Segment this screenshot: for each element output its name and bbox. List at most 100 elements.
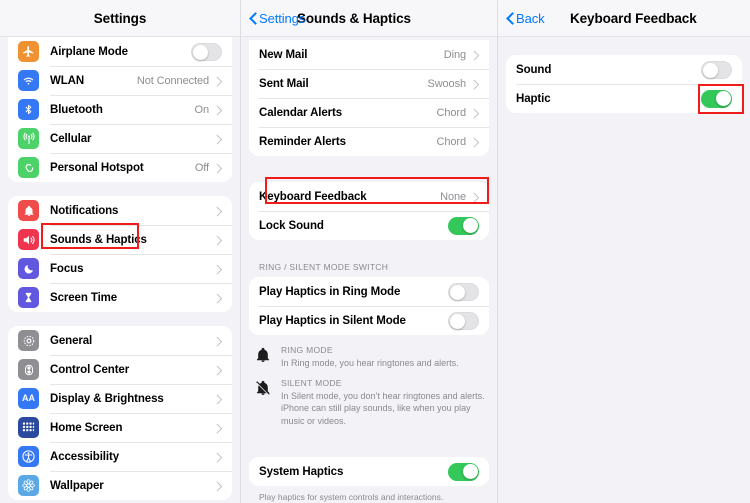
info-body: In Silent mode, you don’t hear ringtones…: [281, 390, 485, 426]
sidebar-item-cellular[interactable]: Cellular: [8, 124, 232, 153]
back-label: Back: [516, 10, 545, 26]
row-value: Ding: [443, 48, 466, 61]
aa-text-icon: AA: [18, 388, 39, 409]
row-sound[interactable]: Sound: [506, 55, 742, 84]
row-label: Wallpaper: [50, 479, 104, 492]
notifications-group: Notifications Sounds & Haptics Focus Scr…: [8, 196, 232, 312]
row-label: Sounds & Haptics: [50, 233, 147, 246]
chevron-right-icon: [471, 136, 479, 148]
speaker-icon: [18, 229, 39, 250]
airplane-mode-toggle[interactable]: [191, 42, 222, 61]
bell-icon: [255, 345, 272, 370]
chevron-right-icon: [471, 78, 479, 90]
lock-sound-toggle[interactable]: [448, 216, 479, 235]
three-panel-settings-screen: Settings Airplane Mode WLAN Not Connecte…: [0, 0, 750, 503]
sidebar-item-wallpaper[interactable]: Wallpaper: [8, 471, 232, 500]
row-system-haptics[interactable]: System Haptics: [249, 457, 489, 487]
row-value: Chord: [436, 106, 467, 119]
sidebar-item-notifications[interactable]: Notifications: [8, 196, 232, 225]
chevron-right-icon: [214, 162, 222, 174]
row-label: Accessibility: [50, 450, 120, 463]
row-keyboard-feedback[interactable]: Keyboard Feedback None: [249, 182, 489, 211]
flower-icon: [18, 475, 39, 496]
keyboard-feedback-navbar: Back Keyboard Feedback: [498, 0, 750, 37]
row-calendar-alerts[interactable]: Calendar Alerts Chord: [249, 98, 489, 127]
row-label: Display & Brightness: [50, 392, 164, 405]
row-label: Play Haptics in Ring Mode: [259, 285, 401, 298]
chevron-right-icon: [214, 75, 222, 87]
back-label: Settings: [259, 10, 306, 26]
row-reminder-alerts[interactable]: Reminder Alerts Chord: [249, 127, 489, 156]
chevron-left-icon: [249, 12, 257, 25]
sidebar-item-airplane-mode[interactable]: Airplane Mode: [8, 37, 232, 66]
sidebar-item-focus[interactable]: Focus: [8, 254, 232, 283]
chevron-right-icon: [471, 191, 479, 203]
row-label: Personal Hotspot: [50, 161, 144, 174]
sidebar-item-bluetooth[interactable]: Bluetooth On: [8, 95, 232, 124]
back-to-settings-button[interactable]: Settings: [241, 11, 305, 26]
sidebar-item-accessibility[interactable]: Accessibility: [8, 442, 232, 471]
chevron-right-icon: [214, 133, 222, 145]
chevron-right-icon: [471, 107, 479, 119]
play-haptics-ring-toggle[interactable]: [448, 282, 479, 301]
sounds-haptics-scroll-content[interactable]: New Mail Ding Sent Mail Swoosh Calendar …: [241, 37, 497, 503]
row-value: None: [440, 190, 466, 203]
haptic-toggle[interactable]: [701, 89, 732, 108]
gear-icon: [18, 330, 39, 351]
row-label: Cellular: [50, 132, 92, 145]
system-haptics-group: System Haptics: [249, 457, 489, 487]
chevron-right-icon: [214, 393, 222, 405]
sidebar-item-screen-time[interactable]: Screen Time: [8, 283, 232, 312]
sidebar-item-personal-hotspot[interactable]: Personal Hotspot Off: [8, 153, 232, 182]
play-haptics-silent-toggle[interactable]: [448, 311, 479, 330]
airplane-icon: [18, 41, 39, 62]
row-new-mail[interactable]: New Mail Ding: [249, 40, 489, 69]
system-haptics-toggle[interactable]: [448, 462, 479, 481]
row-label: Haptic: [516, 92, 551, 105]
sidebar-item-home-screen[interactable]: Home Screen: [8, 413, 232, 442]
bell-slash-icon: [255, 378, 272, 428]
row-label: System Haptics: [259, 465, 344, 478]
hourglass-icon: [18, 287, 39, 308]
page-title: Keyboard Feedback: [570, 10, 697, 26]
sidebar-item-general[interactable]: General: [8, 326, 232, 355]
ring-mode-info: RING MODE In Ring mode, you hear rington…: [241, 335, 497, 370]
row-play-haptics-silent[interactable]: Play Haptics in Silent Mode: [249, 306, 489, 335]
settings-scroll-content[interactable]: Airplane Mode WLAN Not Connected Bluetoo…: [0, 37, 240, 503]
row-label: Reminder Alerts: [259, 135, 346, 148]
row-lock-sound[interactable]: Lock Sound: [249, 211, 489, 240]
chevron-right-icon: [214, 422, 222, 434]
cellular-icon: [18, 128, 39, 149]
sidebar-item-control-center[interactable]: Control Center: [8, 355, 232, 384]
row-label: Play Haptics in Silent Mode: [259, 314, 406, 327]
moon-icon: [18, 258, 39, 279]
ring-mode-text: RING MODE In Ring mode, you hear rington…: [281, 345, 485, 370]
ring-silent-section-header: RING / SILENT MODE SWITCH: [259, 262, 389, 272]
chevron-right-icon: [214, 480, 222, 492]
chevron-right-icon: [214, 234, 222, 246]
keyboard-feedback-scroll-content[interactable]: Sound Haptic: [498, 37, 750, 503]
row-label: Airplane Mode: [50, 45, 128, 58]
page-title: Sounds & Haptics: [297, 10, 411, 26]
row-sent-mail[interactable]: Sent Mail Swoosh: [249, 69, 489, 98]
row-play-haptics-ring[interactable]: Play Haptics in Ring Mode: [249, 277, 489, 306]
row-value: Off: [194, 161, 209, 174]
ring-silent-group: Play Haptics in Ring Mode Play Haptics i…: [249, 277, 489, 335]
chevron-right-icon: [214, 104, 222, 116]
sidebar-item-sounds-haptics[interactable]: Sounds & Haptics: [8, 225, 232, 254]
back-button[interactable]: Back: [498, 11, 545, 26]
sidebar-item-wlan[interactable]: WLAN Not Connected: [8, 66, 232, 95]
row-haptic[interactable]: Haptic: [506, 84, 742, 113]
row-label: Notifications: [50, 204, 119, 217]
sound-toggle[interactable]: [701, 60, 732, 79]
row-label: WLAN: [50, 74, 85, 87]
sidebar-item-display-brightness[interactable]: AA Display & Brightness: [8, 384, 232, 413]
keyboard-lock-group: Keyboard Feedback None Lock Sound: [249, 182, 489, 240]
keyboard-feedback-group: Sound Haptic: [506, 55, 742, 113]
row-value: Not Connected: [136, 74, 209, 87]
row-label: Calendar Alerts: [259, 106, 343, 119]
